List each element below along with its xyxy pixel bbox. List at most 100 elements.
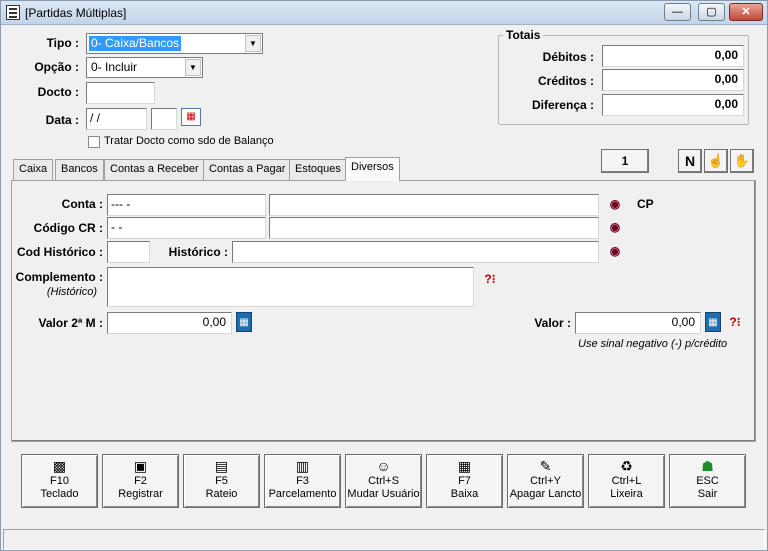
rateio-key: F5 [215, 475, 228, 487]
teclado-button[interactable]: ▩ F10 Teclado [21, 454, 98, 508]
minimize-button[interactable]: — [664, 3, 691, 21]
calendar-icon[interactable]: ▦ [181, 108, 201, 126]
apagar-lancto-key: Ctrl+Y [530, 475, 561, 487]
teclado-key: F10 [50, 475, 69, 487]
tab-estoques[interactable]: Estoques [289, 159, 347, 180]
tipo-select[interactable]: 0- Caixa/Bancos ▼ [86, 33, 263, 54]
rateio-button[interactable]: ▤ F5 Rateio [183, 454, 260, 508]
tab-contas-receber[interactable]: Contas a Receber [104, 159, 205, 180]
help-icon[interactable]: ?⁝ [724, 312, 746, 332]
data-input[interactable]: / / [86, 108, 147, 130]
baixa-label: Baixa [450, 488, 479, 500]
apagar-lancto-label: Apagar Lancto [509, 488, 582, 500]
new-button[interactable]: N [678, 149, 702, 173]
calculator-icon[interactable]: ▦ [705, 312, 721, 332]
data-label: Data : [45, 113, 79, 127]
opcao-label: Opção : [34, 60, 79, 74]
debitos-label: Débitos : [542, 50, 594, 64]
balanco-checkbox-label: Tratar Docto como sdo de Balanço [104, 135, 274, 147]
mudar-usuario-key: Ctrl+S [368, 475, 399, 487]
creditos-label: Créditos : [537, 74, 594, 88]
valor-input[interactable]: 0,00 [575, 312, 701, 334]
complemento-label: Complemento : [15, 270, 103, 284]
docto-label: Docto : [37, 85, 79, 99]
parcelamento-key: F3 [296, 475, 309, 487]
hand-stop-icon[interactable]: ✋ [730, 149, 754, 173]
conta-label: Conta : [61, 197, 103, 211]
chevron-down-icon[interactable]: ▼ [245, 35, 261, 52]
teclado-label: Teclado [40, 488, 79, 500]
status-bar [3, 529, 765, 550]
eraser-icon: ✎ [539, 458, 552, 474]
historico-label: Histórico : [168, 245, 228, 259]
help-icon[interactable]: ?⁝ [479, 269, 501, 289]
close-button[interactable]: ✕ [729, 3, 763, 21]
rateio-icon: ▤ [214, 458, 229, 474]
valor2m-label: Valor 2ª M : [38, 316, 103, 330]
search-conta-icon[interactable]: ◉ [604, 194, 626, 214]
calculator-icon[interactable]: ▦ [236, 312, 252, 332]
tipo-label: Tipo : [46, 36, 79, 50]
maximize-button[interactable]: ▢ [698, 3, 725, 21]
apagar-lancto-button[interactable]: ✎ Ctrl+Y Apagar Lancto [507, 454, 584, 508]
complemento-sub-label: (Histórico) [46, 286, 97, 298]
register-icon: ▣ [133, 458, 148, 474]
chevron-down-icon[interactable]: ▼ [185, 59, 201, 76]
tab-diversos[interactable]: Diversos [345, 157, 400, 181]
mudar-usuario-button[interactable]: ☺ Ctrl+S Mudar Usuário [345, 454, 422, 508]
historico-input[interactable] [232, 241, 599, 263]
diferenca-label: Diferença : [531, 98, 594, 112]
sair-key: ESC [696, 475, 719, 487]
lixeira-button[interactable]: ♻ Ctrl+L Lixeira [588, 454, 665, 508]
baixa-icon: ▦ [457, 458, 472, 474]
opcao-select[interactable]: 0- Incluir ▼ [86, 57, 203, 78]
counter-display: 1 [601, 149, 649, 173]
app-icon [6, 5, 20, 20]
tipo-value: 0- Caixa/Bancos [89, 36, 182, 51]
exit-icon: ☗ [701, 458, 714, 474]
cp-label: CP [637, 197, 654, 211]
sair-label: Sair [697, 488, 718, 500]
baixa-button[interactable]: ▦ F7 Baixa [426, 454, 503, 508]
cod-historico-input[interactable] [107, 241, 150, 263]
parcelamento-button[interactable]: ▥ F3 Parcelamento [264, 454, 341, 508]
tab-caixa[interactable]: Caixa [13, 159, 54, 180]
valor2m-input[interactable]: 0,00 [107, 312, 232, 334]
hand-point-icon[interactable]: ☝ [704, 149, 728, 173]
parcelamento-label: Parcelamento [268, 488, 337, 500]
lixeira-key: Ctrl+L [611, 475, 642, 487]
creditos-value: 0,00 [602, 69, 744, 91]
lixeira-label: Lixeira [610, 488, 643, 500]
keyboard-icon: ▩ [52, 458, 67, 474]
valor-hint: Use sinal negativo (-) p/crédito [578, 338, 728, 350]
diferenca-value: 0,00 [602, 94, 744, 116]
registrar-key: F2 [134, 475, 147, 487]
mudar-usuario-label: Mudar Usuário [347, 488, 420, 500]
registrar-label: Registrar [118, 488, 163, 500]
window-title: [Partidas Múltiplas] [25, 6, 127, 20]
codigo-cr-label: Código CR : [33, 221, 103, 235]
search-codigo-cr-icon[interactable]: ◉ [604, 217, 626, 237]
rateio-label: Rateio [205, 488, 238, 500]
complemento-input[interactable] [107, 267, 474, 307]
valor-label: Valor : [534, 316, 571, 330]
partidas-window: [Partidas Múltiplas] — ▢ ✕ Tipo : 0- Cai… [0, 0, 768, 551]
parcelamento-icon: ▥ [295, 458, 310, 474]
data-extra-input[interactable] [151, 108, 177, 130]
totais-title: Totais [503, 28, 544, 42]
search-historico-icon[interactable]: ◉ [604, 241, 626, 261]
codigo-cr-input[interactable]: - - [107, 217, 266, 239]
cod-historico-label: Cod Histórico : [17, 245, 103, 259]
sair-button[interactable]: ☗ ESC Sair [669, 454, 746, 508]
balanco-checkbox[interactable] [88, 136, 100, 148]
user-switch-icon: ☺ [376, 458, 391, 474]
tab-bancos[interactable]: Bancos [55, 159, 104, 180]
registrar-button[interactable]: ▣ F2 Registrar [102, 454, 179, 508]
codigo-cr-desc-input[interactable] [269, 217, 599, 239]
debitos-value: 0,00 [602, 45, 744, 67]
conta-input[interactable]: --- - [107, 194, 266, 216]
docto-input[interactable] [86, 82, 155, 104]
opcao-value: 0- Incluir [91, 60, 138, 74]
tab-contas-pagar[interactable]: Contas a Pagar [203, 159, 292, 180]
conta-desc-input[interactable] [269, 194, 599, 216]
